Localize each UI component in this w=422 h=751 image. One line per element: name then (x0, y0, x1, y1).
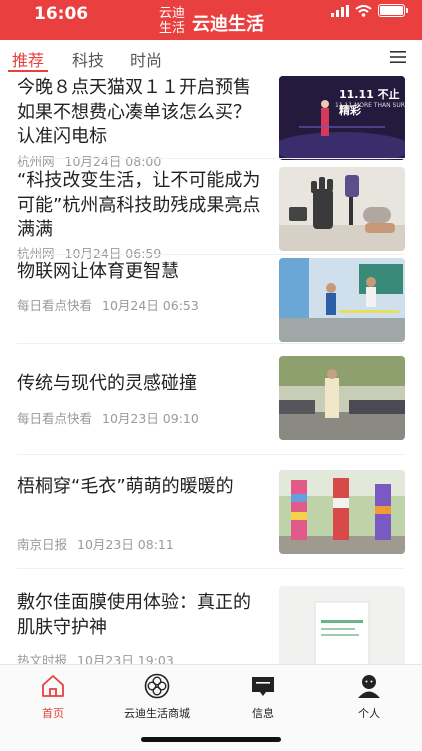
thumb-subcaption: 11.11 MORE THAN SUR (335, 102, 405, 109)
app-logo-line2: 生活 (158, 21, 185, 36)
news-title: 敷尔佳面膜使用体验：真正的肌肤守护神 (17, 592, 251, 638)
robotic-hand-photo-icon (279, 167, 405, 251)
news-source: 热文时报 (17, 653, 68, 664)
tab-messages-label: 信息 (252, 707, 274, 720)
divider (17, 343, 405, 344)
news-date: 10月23日 08:11 (77, 537, 174, 552)
tab-profile[interactable]: 个人 (321, 673, 417, 721)
tab-profile-label: 个人 (358, 707, 380, 720)
app-logo: 云迪 生活 (157, 6, 187, 36)
person-icon (358, 675, 380, 698)
product-box-photo-icon (279, 586, 405, 664)
news-title: “科技改变生活，让不可能成为可能”杭州高科技助残成果亮点满满 (17, 170, 261, 240)
news-title: 传统与现代的灵感碰撞 (17, 373, 197, 394)
news-date: 10月24日 08:00 (64, 154, 162, 169)
news-meta: 热文时报 10月23日 19:03 (17, 650, 174, 664)
tab-tech[interactable]: 科技 (72, 47, 104, 71)
app-title: 云迪生活 (192, 14, 264, 35)
news-meta: 每日看点快看 10月23日 09:10 (17, 408, 199, 427)
status-time: 16:06 (34, 4, 89, 24)
tab-messages[interactable]: 信息 (215, 673, 311, 721)
news-meta: 南京日报 10月23日 08:11 (17, 534, 174, 553)
category-tabs: 推荐 科技 时尚 (0, 40, 422, 74)
battery-tip (406, 8, 408, 13)
active-tab-indicator (8, 70, 48, 72)
news-date: 10月24日 06:53 (102, 298, 199, 313)
home-icon (42, 675, 64, 697)
app-logo-line1: 云迪 (158, 6, 185, 21)
message-icon (252, 677, 274, 696)
tab-home-label: 首页 (42, 707, 64, 720)
sports-photo-icon (279, 258, 405, 342)
news-feed: 今晚８点天猫双１１开启预售如果不想费心凑单该怎么买？认准闪电标 杭州网 10月24… (0, 74, 422, 664)
status-icons (331, 4, 408, 17)
news-title: 物联网让体育更智慧 (17, 261, 179, 282)
menu-icon[interactable] (390, 50, 406, 64)
knitted-trees-photo-icon (279, 470, 405, 554)
tab-home[interactable]: 首页 (5, 673, 101, 721)
tab-shop[interactable]: 云迪生活商城 (109, 673, 205, 721)
tab-fashion[interactable]: 时尚 (130, 47, 162, 71)
news-date: 10月23日 09:10 (102, 411, 199, 426)
fashion-show-photo-icon (279, 356, 405, 440)
stage-photo-icon: 11.11 不止精彩 11.11 MORE THAN SUR (279, 76, 405, 160)
news-title: 梧桐穿“毛衣”萌萌的暖暖的 (17, 476, 234, 497)
shop-flower-icon (144, 673, 170, 699)
tab-recommend[interactable]: 推荐 (12, 47, 44, 71)
status-bar: 16:06 云迪 生活 云迪生活 (0, 0, 422, 40)
news-meta: 每日看点快看 10月24日 06:53 (17, 295, 199, 314)
divider (17, 254, 405, 255)
divider (17, 568, 405, 569)
wifi-icon (355, 4, 372, 17)
tab-shop-label: 云迪生活商城 (124, 707, 190, 720)
news-source: 每日看点快看 (17, 411, 93, 426)
home-indicator (141, 737, 281, 742)
divider (17, 454, 405, 455)
divider (17, 158, 405, 159)
news-title: 今晚８点天猫双１１开启预售如果不想费心凑单该怎么买？认准闪电标 (17, 77, 251, 147)
battery-icon (378, 4, 405, 17)
news-source: 每日看点快看 (17, 298, 93, 313)
news-date: 10月23日 19:03 (77, 653, 174, 664)
news-meta: 杭州网 10月24日 08:00 (17, 151, 161, 170)
signal-icon (331, 4, 349, 17)
news-source: 南京日报 (17, 537, 68, 552)
news-source: 杭州网 (17, 154, 55, 169)
